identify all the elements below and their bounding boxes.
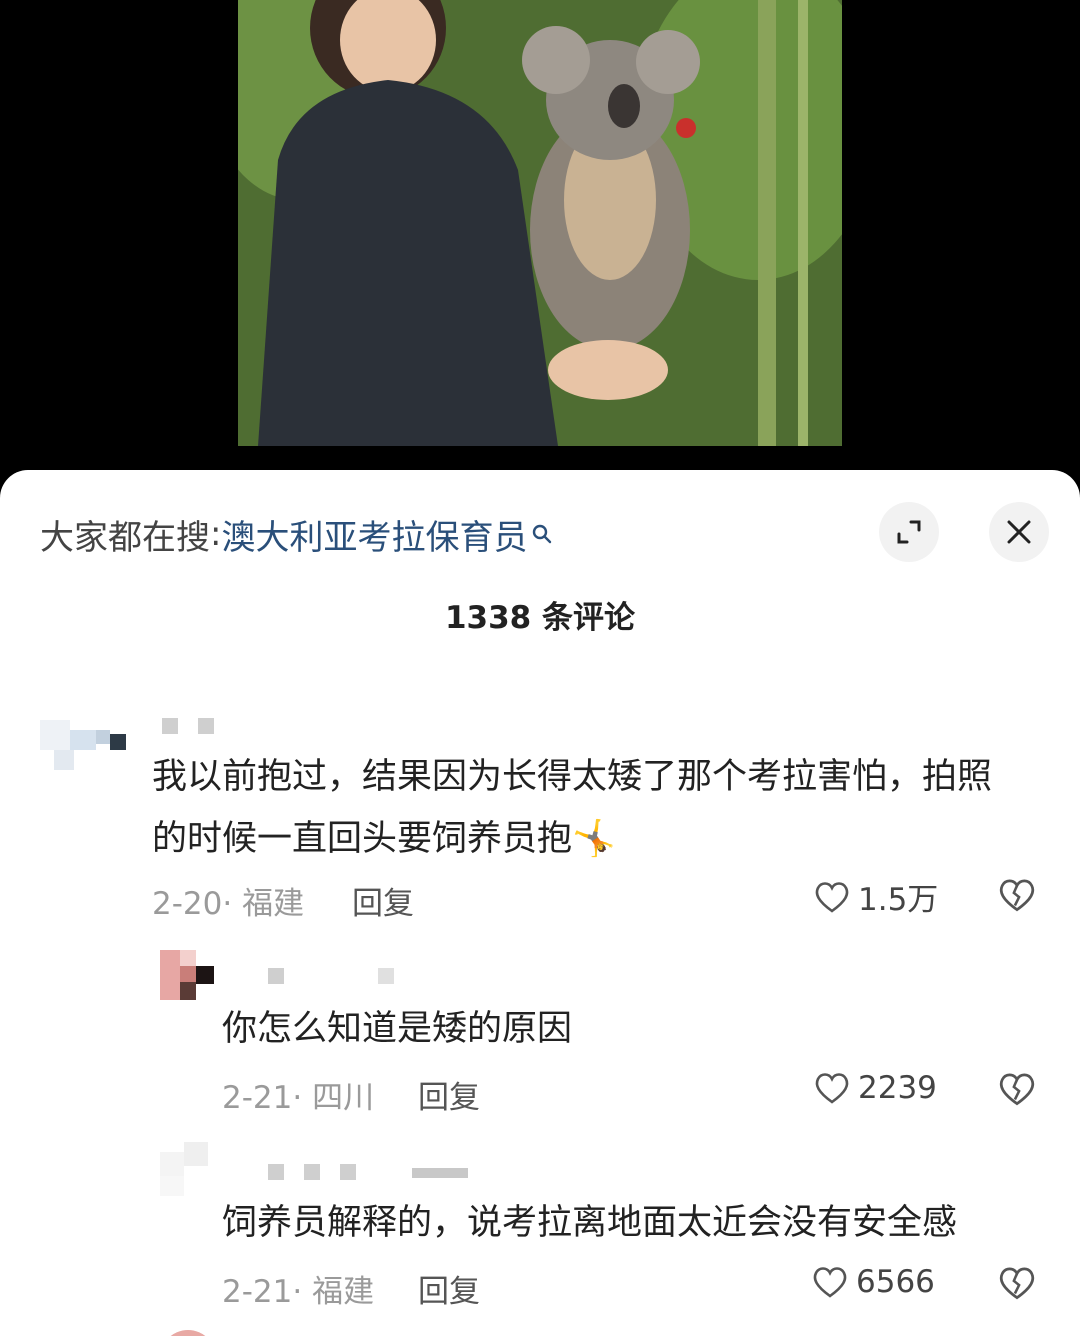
avatar[interactable] [160, 1330, 216, 1336]
broken-heart-icon [999, 1267, 1035, 1300]
video-area[interactable] [0, 0, 1080, 470]
avatar[interactable] [160, 950, 216, 1006]
comment-text-line: 的时候一直回头要饲养员抱🤸 [152, 808, 1052, 870]
dislike-button[interactable] [996, 1262, 1038, 1308]
like-button[interactable]: 6566 [810, 1262, 935, 1302]
broken-heart-icon [999, 879, 1035, 912]
comment-location: 福建 [312, 1274, 375, 1310]
trending-search[interactable]: 大家都在搜 : 澳大利亚考拉保育员 [40, 510, 553, 558]
expand-button[interactable] [879, 502, 939, 562]
trending-search-prefix: 大家都在搜 [40, 517, 210, 558]
comment-meta: 2-21· 四川 [222, 1080, 375, 1116]
avatar[interactable] [40, 700, 126, 786]
trending-search-colon: : [210, 514, 222, 554]
trending-search-term[interactable]: 澳大利亚考拉保育员 [221, 510, 527, 559]
comment-meta: 2-20· 福建 [152, 886, 305, 922]
reply-button[interactable]: 回复 [418, 1072, 480, 1117]
koala-photo [238, 0, 842, 446]
comment-text-line: 我以前抱过，结果因为长得太矮了那个考拉害怕，拍照 [152, 757, 993, 797]
like-button[interactable]: 2239 [812, 1068, 937, 1108]
like-count: 6566 [856, 1264, 935, 1300]
like-count: 1.5万 [858, 882, 939, 918]
comment-location: 四川 [312, 1080, 375, 1116]
like-count: 2239 [858, 1070, 937, 1106]
search-icon [531, 514, 553, 544]
comment-sheet: 大家都在搜 : 澳大利亚考拉保育员 1338 条评论 我以前抱过，结果因为长得太… [0, 470, 1080, 1336]
like-button[interactable]: 1.5万 [812, 874, 938, 919]
username-masked[interactable] [268, 1164, 488, 1184]
heart-icon [813, 1267, 847, 1298]
comment-date: 2-21 [222, 1274, 293, 1310]
comment-date: 2-21 [222, 1080, 293, 1116]
koala-photo-illustration [238, 0, 842, 446]
comment-location: 福建 [242, 886, 305, 922]
comment-text-line-content: 的时候一直回头要饲养员抱 [152, 819, 573, 859]
close-button[interactable] [989, 502, 1049, 562]
broken-heart-icon [999, 1073, 1035, 1106]
comment-date: 2-20 [152, 886, 223, 922]
dislike-button[interactable] [996, 1068, 1038, 1114]
dislike-button[interactable] [996, 874, 1038, 920]
reply-button[interactable]: 回复 [418, 1266, 480, 1311]
close-icon [1007, 520, 1031, 544]
comment-meta: 2-21· 福建 [222, 1274, 375, 1310]
comment-text: 你怎么知道是矮的原因 [222, 1009, 573, 1049]
expand-icon [897, 520, 921, 544]
comment-text: 我以前抱过，结果因为长得太矮了那个考拉害怕，拍照 的时候一直回头要饲养员抱🤸 [152, 746, 1052, 870]
heart-icon [815, 1073, 849, 1104]
comment-count: 1338 条评论 [444, 600, 636, 636]
reply-button[interactable]: 回复 [352, 878, 414, 923]
username-masked[interactable] [268, 968, 398, 988]
avatar[interactable] [160, 1142, 216, 1198]
emoji: 🤸 [572, 819, 616, 859]
heart-icon [815, 881, 849, 913]
comment-text: 饲养员解释的，说考拉离地面太近会没有安全感 [222, 1203, 958, 1243]
username-masked[interactable] [162, 718, 222, 738]
